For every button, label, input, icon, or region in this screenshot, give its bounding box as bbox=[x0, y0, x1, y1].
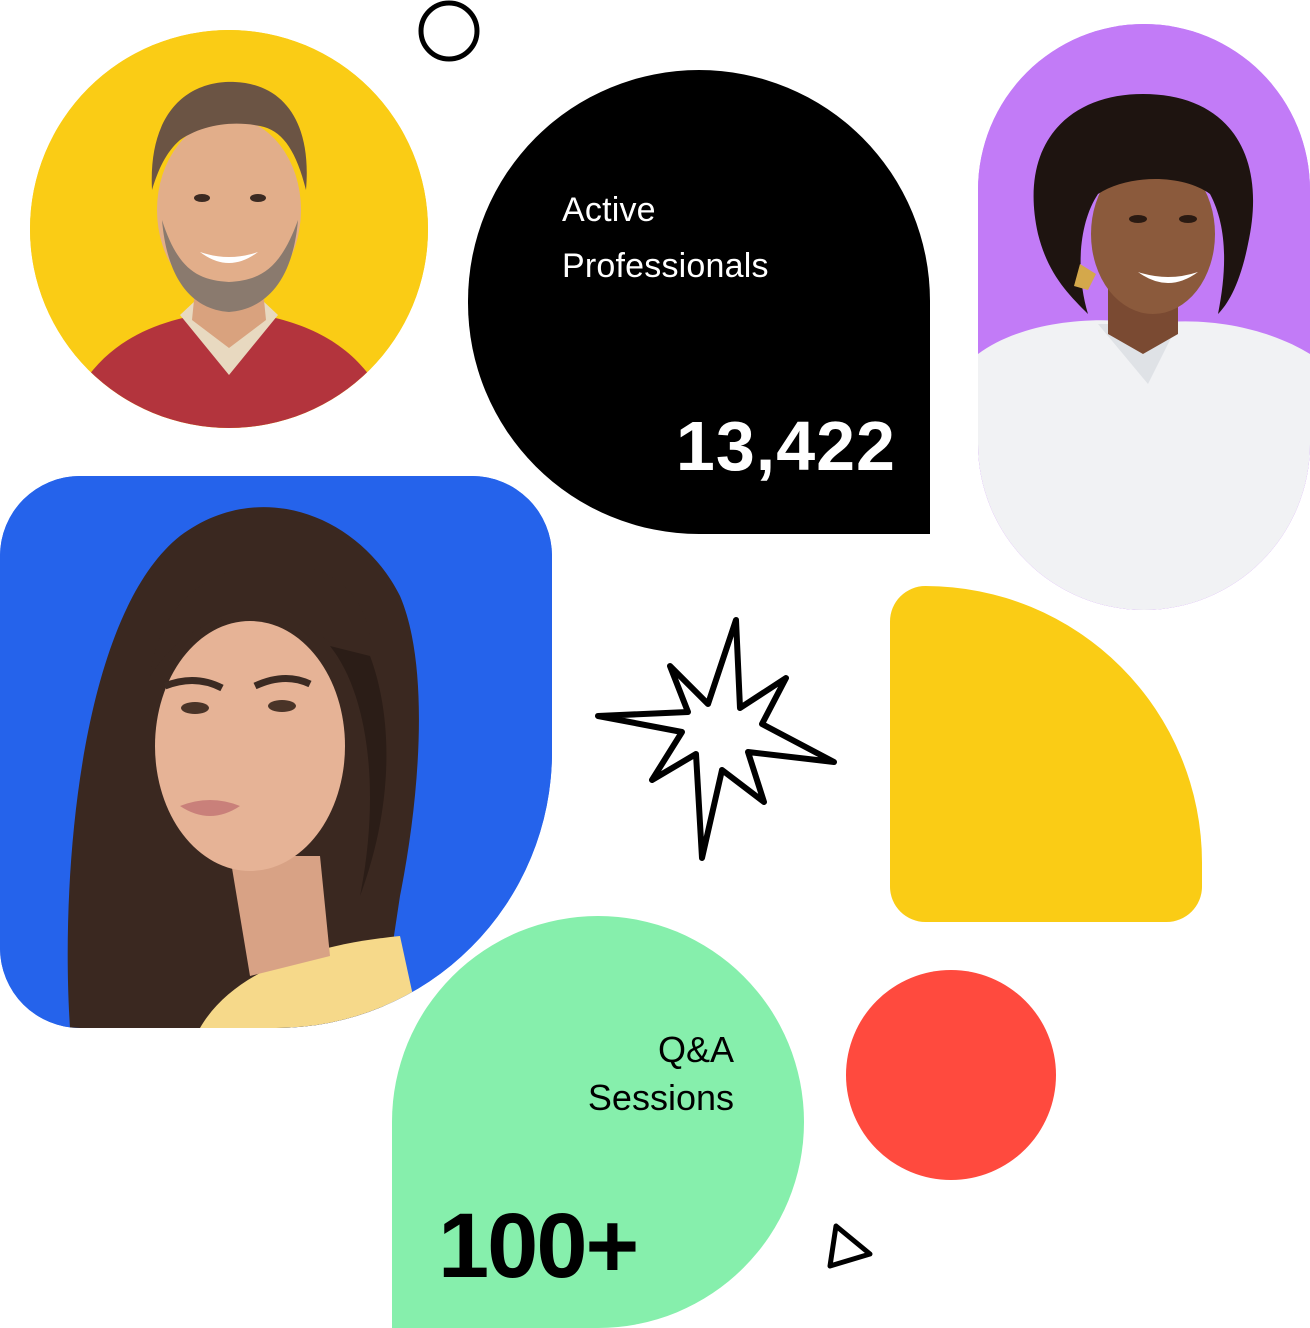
stat-value: 100+ bbox=[438, 1195, 639, 1297]
stat-label-line: Active bbox=[562, 191, 656, 229]
professional-man-avatar bbox=[30, 30, 428, 428]
red-dot bbox=[846, 970, 1056, 1180]
triangle-icon bbox=[824, 1220, 878, 1274]
yellow-quarter-shape bbox=[890, 586, 1202, 922]
stat-label-line: Professionals bbox=[562, 247, 769, 285]
professional-woman-curly-avatar bbox=[978, 24, 1310, 610]
professional-woman-avatar bbox=[0, 476, 552, 1028]
stat-value: 13,422 bbox=[675, 407, 896, 485]
stat-label-line: Sessions bbox=[587, 1077, 734, 1118]
stat-label: Q&A Sessions bbox=[588, 1026, 734, 1122]
sparkle-star-icon bbox=[590, 612, 842, 868]
qa-sessions-card: Q&A Sessions 100+ bbox=[392, 916, 804, 1328]
stat-label: Active Professionals bbox=[562, 182, 769, 294]
stat-label-line: Q&A bbox=[657, 1029, 734, 1070]
ring-icon bbox=[418, 0, 480, 62]
active-professionals-card: Active Professionals 13,422 bbox=[468, 70, 930, 534]
